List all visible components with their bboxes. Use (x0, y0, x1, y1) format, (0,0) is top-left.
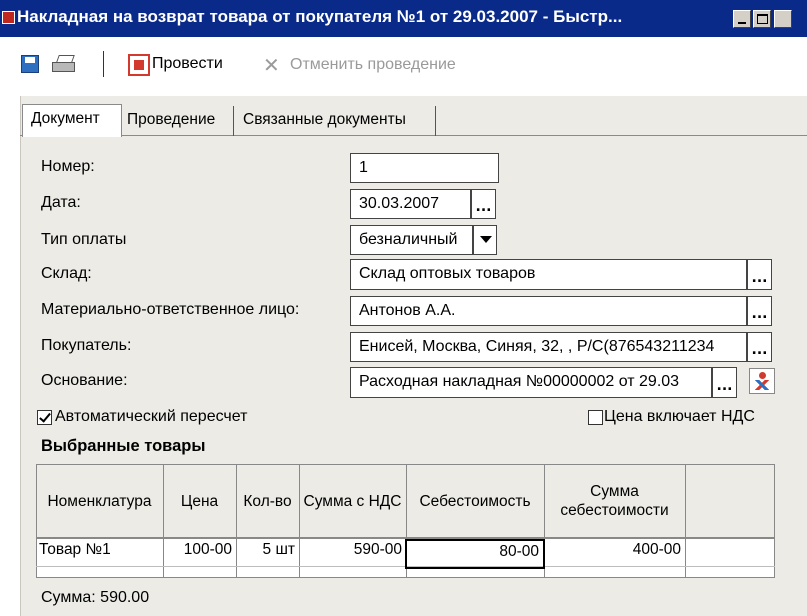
column-header-cost-sum[interactable]: Сумма себестоимости (544, 464, 685, 538)
mol-select-button[interactable]: ... (747, 296, 772, 326)
cell-price[interactable]: 100-00 (163, 539, 236, 566)
tab-document[interactable]: Документ (22, 104, 122, 137)
cancel-posting-icon: ✕ (263, 53, 280, 77)
price-vat-label: Цена включает НДС (604, 408, 755, 425)
app-icon[interactable] (2, 11, 15, 24)
close-button[interactable] (774, 10, 792, 28)
warehouse-select-button[interactable]: ... (747, 259, 772, 290)
save-icon[interactable] (21, 55, 39, 73)
goods-section-title: Выбранные товары (41, 437, 206, 455)
column-header-nomenclature[interactable]: Номенклатура (36, 464, 163, 538)
cell-nomenclature[interactable]: Товар №1 (38, 539, 162, 566)
cell-sum-vat[interactable]: 590-00 (299, 539, 406, 566)
cell-cost-selected[interactable]: 80-00 (405, 539, 545, 569)
auto-recalc-checkbox[interactable] (37, 410, 52, 425)
cell-quantity[interactable]: 5 шт (236, 539, 299, 566)
buyer-label: Покупатель: (41, 337, 132, 354)
tab-posting[interactable]: Проведение (122, 106, 234, 136)
number-input[interactable]: 1 (350, 153, 499, 183)
basis-select-button[interactable]: ... (712, 367, 737, 398)
window-title: Накладная на возврат товара от покупател… (17, 7, 623, 26)
number-label: Номер: (41, 158, 95, 175)
basis-input[interactable]: Расходная накладная №00000002 от 29.03 (350, 367, 712, 398)
buyer-select-button[interactable]: ... (747, 332, 772, 362)
toolbar-separator (103, 51, 104, 77)
mol-label: Материально-ответственное лицо: (41, 301, 300, 318)
warehouse-input[interactable]: Склад оптовых товаров (350, 259, 747, 290)
date-label: Дата: (41, 194, 81, 211)
payment-type-select[interactable]: безналичный (350, 225, 473, 255)
date-picker-button[interactable]: ... (471, 189, 496, 219)
post-button[interactable]: Провести (152, 55, 223, 73)
chevron-down-icon[interactable] (473, 225, 497, 255)
basis-search-icon[interactable] (749, 368, 775, 394)
column-divider (685, 464, 686, 578)
minimize-button[interactable] (733, 10, 751, 28)
column-header-cost[interactable]: Себестоимость (406, 464, 544, 538)
title-bar: Накладная на возврат товара от покупател… (0, 0, 807, 37)
cancel-posting-button[interactable]: Отменить проведение (290, 56, 456, 74)
price-vat-checkbox[interactable] (588, 410, 603, 425)
tab-related-documents[interactable]: Связанные документы (236, 106, 436, 136)
maximize-button[interactable] (753, 10, 771, 28)
date-input[interactable]: 30.03.2007 (350, 189, 471, 219)
document-sum: Сумма: 590.00 (41, 589, 150, 606)
column-header-sum-vat[interactable]: Сумма с НДС (299, 464, 406, 538)
print-icon[interactable] (52, 55, 76, 73)
column-header-price[interactable]: Цена (163, 464, 236, 538)
buyer-input[interactable]: Енисей, Москва, Синяя, 32, , Р/С(8765432… (350, 332, 747, 362)
cell-cost-sum[interactable]: 400-00 (544, 539, 685, 566)
post-document-icon[interactable] (128, 54, 150, 76)
payment-type-label: Тип оплаты (41, 231, 127, 248)
column-header-quantity[interactable]: Кол-во (236, 464, 299, 538)
auto-recalc-label: Автоматический пересчет (55, 408, 248, 425)
mol-input[interactable]: Антонов А.А. (350, 296, 747, 326)
warehouse-label: Склад: (41, 265, 92, 282)
basis-label: Основание: (41, 372, 128, 389)
